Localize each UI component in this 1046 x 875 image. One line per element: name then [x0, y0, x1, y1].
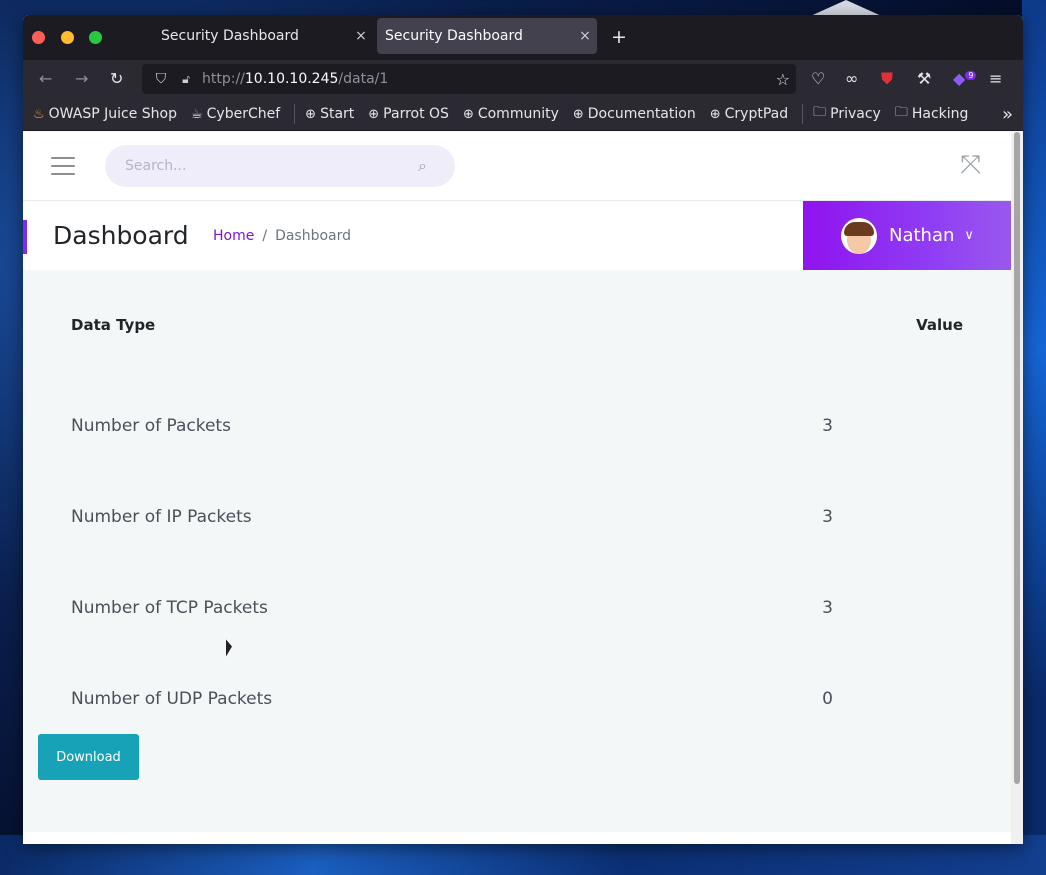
- bookmark-cryptpad[interactable]: ⊕ CryptPad: [710, 106, 788, 122]
- bookmark-start[interactable]: ⊕ Start: [305, 106, 354, 122]
- data-table-section: Data Type Value Number of Packets 3 Numb…: [23, 270, 1011, 780]
- data-table: Data Type Value Number of Packets 3 Numb…: [71, 270, 963, 744]
- wrench-icon[interactable]: ⚒: [917, 69, 931, 88]
- scrollbar-thumb[interactable]: [1014, 132, 1020, 784]
- row-value: 3: [822, 506, 833, 527]
- row-label: Number of TCP Packets: [71, 597, 268, 618]
- browser-window: Security Dashboard × Security Dashboard …: [23, 15, 1023, 844]
- nav-bar: ← → ↻ ⛉ 🔓︎ http://10.10.10.245/data/1 ☆ …: [23, 60, 1023, 98]
- tab-close-icon[interactable]: ×: [573, 28, 597, 44]
- bookmark-parrot[interactable]: ⊕ Parrot OS: [368, 106, 449, 122]
- table-row: Number of Packets 3: [71, 380, 963, 471]
- bookmark-separator: [294, 104, 296, 124]
- bookmark-hacking[interactable]: 🗀︎ Hacking: [895, 103, 969, 125]
- avatar: [841, 217, 877, 254]
- search-input[interactable]: [105, 145, 455, 187]
- tab-close-icon[interactable]: ×: [349, 28, 373, 44]
- bookmark-separator: [802, 104, 804, 124]
- globe-icon: ⊕: [709, 106, 721, 122]
- tab-title: Security Dashboard: [385, 28, 523, 44]
- back-arrow-icon[interactable]: ←: [39, 69, 52, 88]
- column-header-value: Value: [916, 316, 963, 334]
- table-header-row: Data Type Value: [71, 270, 963, 380]
- wallpaper-edge: [1022, 0, 1046, 875]
- globe-icon: ⊕: [368, 106, 380, 122]
- extension-icon[interactable]: ◆ 9: [953, 69, 977, 88]
- reload-icon[interactable]: ↻: [110, 69, 123, 88]
- maximize-window-button[interactable]: [89, 31, 102, 44]
- bookmark-cyberchef[interactable]: ☕︎ CyberChef: [191, 106, 280, 122]
- breadcrumb-current: Dashboard: [275, 228, 352, 244]
- breadcrumb: Home / Dashboard: [213, 228, 351, 244]
- new-tab-icon[interactable]: +: [611, 26, 627, 48]
- pocket-icon[interactable]: ♡: [811, 69, 825, 88]
- page-title: Dashboard: [53, 221, 189, 250]
- browser-tab-active[interactable]: Security Dashboard ×: [377, 18, 597, 54]
- url-text[interactable]: http://10.10.10.245/data/1: [202, 71, 388, 87]
- column-header-data-type: Data Type: [71, 316, 156, 334]
- mask-icon[interactable]: ∞: [845, 69, 858, 88]
- search-icon[interactable]: ⌕: [418, 156, 427, 176]
- footer: [23, 832, 1011, 844]
- download-button[interactable]: Download: [38, 734, 139, 780]
- globe-icon: ⊕: [572, 106, 584, 122]
- row-label: Number of UDP Packets: [71, 688, 273, 709]
- table-row: Number of IP Packets 3: [71, 471, 963, 562]
- folder-icon: 🗀︎: [813, 105, 827, 120]
- tab-title: Security Dashboard: [161, 28, 299, 44]
- globe-icon: ⊕: [462, 106, 474, 122]
- fullscreen-icon[interactable]: ⤧: [960, 150, 981, 181]
- table-row: Number of TCP Packets 3: [71, 562, 963, 653]
- forward-arrow-icon[interactable]: →: [75, 69, 88, 88]
- page-scrollbar[interactable]: [1011, 132, 1023, 844]
- bookmark-star-icon[interactable]: ☆: [776, 70, 790, 89]
- browser-tab[interactable]: Security Dashboard ×: [153, 18, 373, 54]
- insecure-lock-icon[interactable]: 🔓︎: [176, 72, 196, 87]
- web-page: ⌕ ⤧ Dashboard Home / Dashboard Nathan ∨ …: [23, 132, 1011, 844]
- tab-bar: Security Dashboard × Security Dashboard …: [23, 15, 1023, 60]
- breadcrumb-home-link[interactable]: Home: [213, 228, 254, 244]
- user-menu-button[interactable]: Nathan ∨: [803, 201, 1011, 270]
- bookmark-community[interactable]: ⊕ Community: [463, 106, 559, 122]
- row-value: 3: [822, 597, 833, 618]
- chevron-down-icon: ∨: [964, 228, 974, 243]
- bookmark-documentation[interactable]: ⊕ Documentation: [573, 106, 696, 122]
- row-value: 0: [822, 688, 833, 709]
- close-window-button[interactable]: [32, 31, 45, 44]
- minimize-window-button[interactable]: [61, 31, 74, 44]
- top-bar: ⌕ ⤧: [23, 132, 1011, 201]
- user-name: Nathan: [889, 225, 955, 246]
- mouse-cursor: [226, 639, 232, 658]
- juice-icon: ♨: [33, 106, 45, 122]
- shield-icon[interactable]: ⛉: [146, 71, 176, 87]
- bookmark-owasp[interactable]: ♨ OWASP Juice Shop: [33, 106, 177, 122]
- ublock-icon[interactable]: ⛊: [881, 69, 893, 89]
- row-label: Number of Packets: [71, 415, 231, 436]
- folder-icon: 🗀︎: [894, 105, 908, 120]
- page-header: Dashboard Home / Dashboard Nathan ∨: [23, 201, 1011, 270]
- sidebar-toggle-button[interactable]: [51, 157, 75, 175]
- row-value: 3: [822, 415, 833, 436]
- title-accent-bar: [23, 220, 27, 254]
- table-row: Number of UDP Packets 0: [71, 653, 963, 744]
- bookmarks-bar: ♨ OWASP Juice Shop ☕︎ CyberChef ⊕ Start ⊕ Pa…: [23, 98, 1023, 131]
- url-bar[interactable]: ⛉ 🔓︎ http://10.10.10.245/data/1 ☆: [142, 64, 796, 94]
- row-label: Number of IP Packets: [71, 506, 252, 527]
- more-bookmarks-icon[interactable]: »: [1002, 104, 1013, 125]
- menu-icon[interactable]: ≡: [989, 69, 1002, 88]
- bookmark-privacy[interactable]: 🗀︎ Privacy: [813, 103, 881, 125]
- chef-icon: ☕︎: [190, 106, 203, 122]
- breadcrumb-separator: /: [262, 228, 268, 244]
- globe-icon: ⊕: [305, 106, 317, 122]
